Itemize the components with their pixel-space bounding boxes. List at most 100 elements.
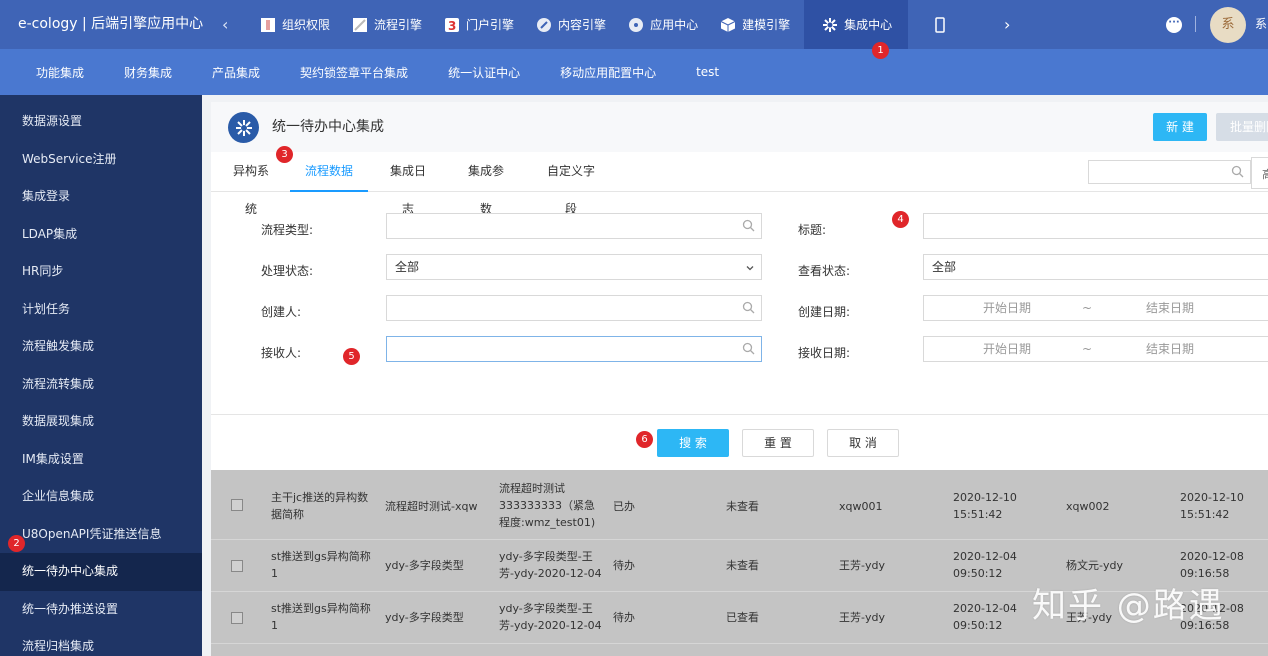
quick-search-input[interactable] — [1088, 160, 1251, 184]
integration-logo-icon — [228, 112, 259, 143]
nav-next-arrow-icon[interactable]: › — [1004, 0, 1010, 49]
page-title: 统一待办中心集成 — [272, 119, 384, 135]
top-nav-org[interactable]: 组织权限 — [252, 0, 344, 49]
cell-receiver: xqw002 — [1066, 500, 1110, 513]
workflow-type-label: 流程类型: — [261, 223, 314, 237]
cell-title[interactable]: 流程超时测试 333333333（紧急程度:wmz_test01) — [499, 480, 603, 531]
receive-date-range[interactable]: 开始日期 ~ 结束日期 — [923, 336, 1268, 362]
top-nav-label: 内容引擎 — [558, 18, 607, 32]
cell-status: 已办 — [613, 500, 635, 513]
user-name[interactable]: 系 — [1255, 0, 1267, 49]
cell-title[interactable]: ydy-多字段类型-王芳-ydy-2020-12-04 — [499, 600, 603, 634]
app-icon — [628, 17, 644, 33]
search-icon[interactable] — [742, 301, 755, 317]
row-checkbox[interactable] — [231, 499, 243, 511]
tab-workflow-data[interactable]: 流程数据 — [290, 152, 368, 192]
top-nav-label: 建模引擎 — [742, 18, 791, 32]
top-nav-label: 组织权限 — [282, 18, 331, 32]
main-panel: 统一待办中心集成 新 建 批量删除 异构系统 流程数据 集成日志 集成参数 自定… — [211, 102, 1268, 656]
creator-field[interactable] — [386, 295, 762, 321]
sidebar-item-webservice[interactable]: WebService注册 — [0, 141, 202, 179]
batch-delete-button[interactable]: 批量删除 — [1216, 113, 1268, 141]
top-nav-workflow[interactable]: 流程引擎 — [344, 0, 436, 49]
cell-view-status: 已查看 — [726, 611, 759, 624]
title-label: 标题: — [798, 223, 827, 237]
nav-prev-arrow-icon[interactable]: ‹ — [222, 0, 228, 49]
chevron-down-icon — [745, 262, 755, 276]
reset-button[interactable]: 重 置 — [742, 429, 814, 457]
top-nav-integration[interactable]: 集成中心 — [804, 0, 909, 49]
app-title: e-cology | 后端引擎应用中心 — [18, 16, 204, 32]
top-nav-label: 集成中心 — [844, 18, 893, 32]
range-separator: ~ — [1082, 301, 1093, 315]
top-nav-content[interactable]: 内容引擎 — [528, 0, 620, 49]
cell-title[interactable]: ydy-多字段类型-王芳-ydy-2020-12-04 — [499, 548, 603, 582]
creator-label: 创建人: — [261, 305, 302, 319]
search-icon[interactable] — [742, 219, 755, 235]
start-date-placeholder[interactable]: 开始日期 — [983, 296, 1031, 320]
sidebar-item-data-display[interactable]: 数据展现集成 — [0, 403, 202, 441]
status-select[interactable]: 全部 — [386, 254, 762, 280]
sub-nav-item[interactable]: test — [696, 65, 719, 79]
cancel-button[interactable]: 取 消 — [827, 429, 899, 457]
top-nav-model[interactable]: 建模引擎 — [712, 0, 804, 49]
sidebar-item-workflow-trigger[interactable]: 流程触发集成 — [0, 328, 202, 366]
sidebar-item-todo-push[interactable]: 统一待办推送设置 — [0, 591, 202, 629]
sidebar-item-todo-center[interactable]: 统一待办中心集成 — [0, 553, 202, 591]
row-checkbox[interactable] — [231, 560, 243, 572]
sub-nav-item[interactable]: 移动应用配置中心 — [560, 64, 656, 81]
sidebar-item-enterprise-info[interactable]: 企业信息集成 — [0, 478, 202, 516]
more-icon[interactable]: ··· — [1166, 17, 1182, 33]
sub-nav-item[interactable]: 统一认证中心 — [448, 64, 520, 81]
sidebar-item-hr-sync[interactable]: HR同步 — [0, 253, 202, 291]
step-badge-4: 4 — [892, 211, 909, 228]
range-separator: ~ — [1082, 342, 1093, 356]
sub-nav-item[interactable]: 产品集成 — [212, 64, 260, 81]
view-status-value: 全部 — [932, 260, 957, 274]
step-badge-5: 5 — [343, 348, 360, 365]
step-badge-3: 3 — [276, 146, 293, 163]
form-actions: 搜 索 重 置 取 消 — [211, 414, 1268, 470]
create-date-range[interactable]: 开始日期 ~ 结束日期 — [923, 295, 1268, 321]
create-date-label: 创建日期: — [798, 305, 851, 319]
sidebar-item-u8openapi[interactable]: U8OpenAPI凭证推送信息 — [0, 516, 202, 554]
table-row[interactable]: 主干jc推送的异构数据简称 流程超时测试-xqw 流程超时测试 33333333… — [211, 470, 1268, 540]
sub-nav-item[interactable]: 财务集成 — [124, 64, 172, 81]
cell-receive-date: 2020-12-08 09:16:58 — [1180, 550, 1244, 580]
workflow-type-field[interactable] — [386, 213, 762, 239]
view-status-select[interactable]: 全部 — [923, 254, 1268, 280]
sidebar-item-schedule[interactable]: 计划任务 — [0, 291, 202, 329]
sub-nav-item[interactable]: 功能集成 — [36, 64, 84, 81]
sidebar-item-im[interactable]: IM集成设置 — [0, 441, 202, 479]
top-nav-mobile[interactable] — [908, 0, 958, 49]
sidebar-item-datasource[interactable]: 数据源设置 — [0, 103, 202, 141]
sidebar-item-archive[interactable]: 流程归档集成 — [0, 628, 202, 656]
receiver-label: 接收人: — [261, 346, 302, 360]
view-status-label: 查看状态: — [798, 264, 851, 278]
top-nav-portal[interactable]: 3 门户引擎 — [436, 0, 528, 49]
row-checkbox[interactable] — [231, 612, 243, 624]
cell-workflow-type: ydy-多字段类型 — [385, 611, 464, 624]
start-date-placeholder[interactable]: 开始日期 — [983, 337, 1031, 361]
advanced-search-button[interactable]: 高 — [1251, 157, 1268, 189]
search-icon[interactable] — [742, 342, 755, 358]
search-button[interactable]: 搜 索 — [657, 429, 729, 457]
sidebar-item-ldap[interactable]: LDAP集成 — [0, 216, 202, 254]
end-date-placeholder[interactable]: 结束日期 — [1146, 337, 1194, 361]
new-button[interactable]: 新 建 — [1153, 113, 1207, 141]
integration-icon — [822, 17, 838, 33]
sub-nav-item[interactable]: 契约锁签章平台集成 — [300, 64, 408, 81]
sidebar-item-sso[interactable]: 集成登录 — [0, 178, 202, 216]
cell-workflow-type: 流程超时测试-xqw — [385, 500, 478, 513]
receive-date-label: 接收日期: — [798, 346, 851, 360]
search-icon[interactable] — [1231, 165, 1244, 181]
top-nav-app[interactable]: 应用中心 — [620, 0, 712, 49]
title-field[interactable] — [923, 213, 1268, 239]
cell-system: 主干jc推送的异构数据简称 — [271, 491, 369, 521]
receiver-field[interactable] — [386, 336, 762, 362]
end-date-placeholder[interactable]: 结束日期 — [1146, 296, 1194, 320]
avatar[interactable]: 系 — [1210, 7, 1246, 43]
top-nav-label: 流程引擎 — [374, 18, 423, 32]
cell-system: st推送到gs异构简称1 — [271, 602, 371, 632]
sidebar-item-workflow-transfer[interactable]: 流程流转集成 — [0, 366, 202, 404]
